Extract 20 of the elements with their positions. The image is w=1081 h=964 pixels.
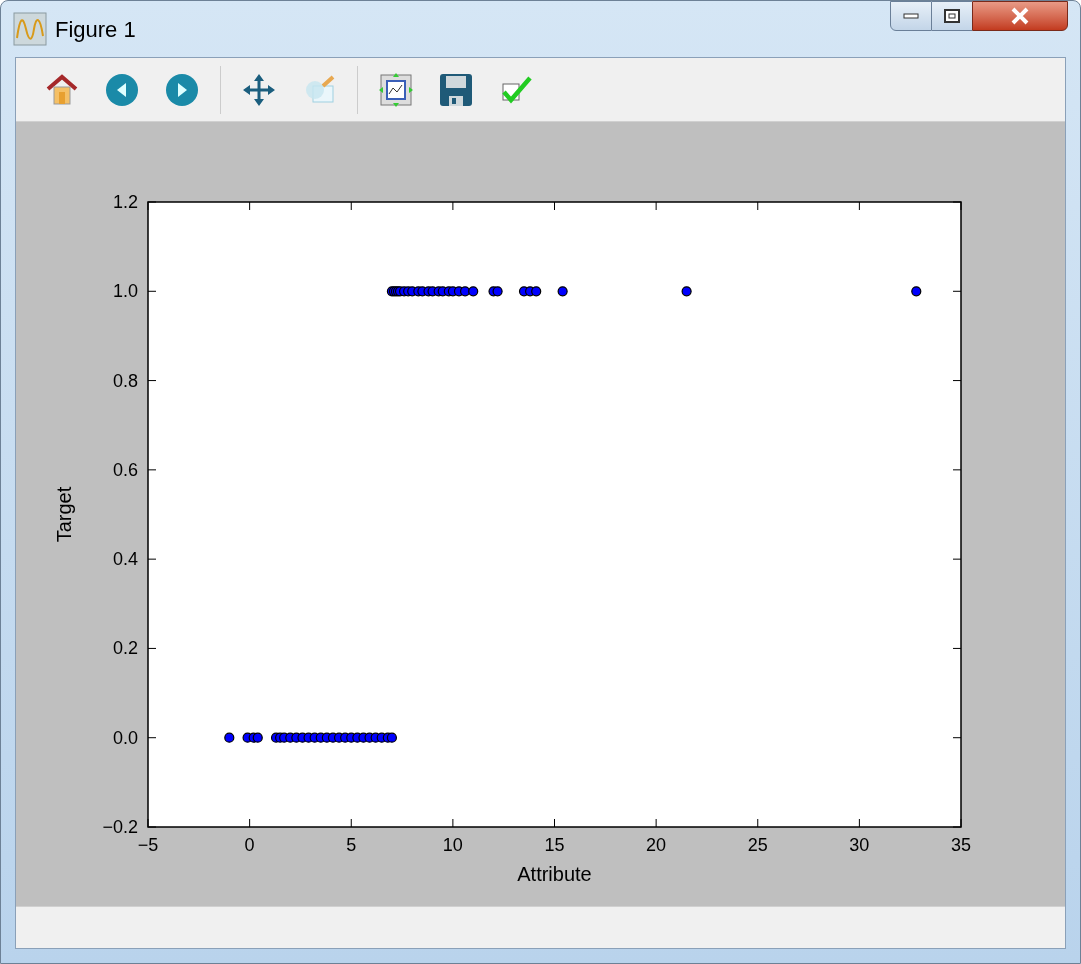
x-tick-label: 30 xyxy=(849,835,870,855)
y-tick-label: 0.6 xyxy=(112,459,138,480)
y-tick-label: 1.2 xyxy=(112,192,138,212)
y-axis-label: Target xyxy=(53,486,75,543)
x-axis-label: Attribute xyxy=(517,863,592,885)
x-tick-label: −5 xyxy=(137,835,159,855)
window-title: Figure 1 xyxy=(55,15,136,44)
y-tick-label: 0.0 xyxy=(112,727,138,748)
x-tick-label: 35 xyxy=(951,835,971,855)
x-tick-label: 20 xyxy=(646,835,667,855)
y-tick-label: 0.8 xyxy=(112,370,138,391)
x-tick-label: 25 xyxy=(747,835,768,855)
x-tick-label: 0 xyxy=(244,835,255,855)
x-tick-label: 5 xyxy=(346,835,357,855)
x-tick-label: 15 xyxy=(544,835,565,855)
y-tick-label: 0.2 xyxy=(112,638,138,659)
y-tick-label: −0.2 xyxy=(102,817,138,837)
x-tick-label: 10 xyxy=(442,835,463,855)
y-tick-label: 1.0 xyxy=(112,281,138,302)
y-tick-label: 0.4 xyxy=(112,549,138,570)
